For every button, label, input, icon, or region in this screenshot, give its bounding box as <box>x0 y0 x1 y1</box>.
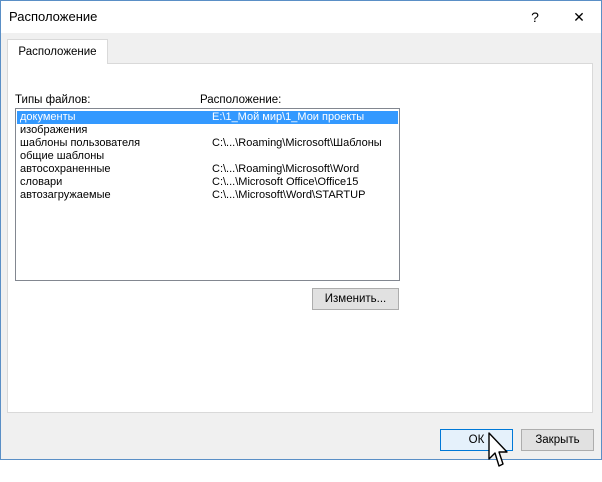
arrow-cursor-icon <box>488 432 508 467</box>
tab-label: Расположение <box>18 46 97 58</box>
close-button[interactable]: Закрыть <box>521 429 594 451</box>
path-cell: C:\...\Roaming\Microsoft\Word <box>212 163 360 175</box>
list-item[interactable]: словари C:\...\Microsoft Office\Office15 <box>17 176 398 189</box>
change-button[interactable]: Изменить... <box>312 288 399 310</box>
title-bar: Расположение ? ✕ <box>1 1 601 33</box>
list-item[interactable]: изображения <box>17 124 398 137</box>
file-type-cell: автосохраненные <box>20 163 111 175</box>
tab-location[interactable]: Расположение <box>7 39 108 64</box>
path-cell: C:\...\Microsoft Office\Office15 <box>212 176 359 188</box>
list-item[interactable]: автозагружаемые C:\...\Microsoft\Word\ST… <box>17 189 398 202</box>
file-types-header: Типы файлов: <box>15 94 91 106</box>
file-type-cell: изображения <box>20 124 88 136</box>
path-cell: E:\1_Мой мир\1_Мои проекты <box>212 111 365 123</box>
path-cell: C:\...\Roaming\Microsoft\Шаблоны <box>212 137 382 149</box>
file-type-cell: словари <box>20 176 63 188</box>
list-item[interactable]: общие шаблоны <box>17 150 398 163</box>
close-window-button[interactable]: ✕ <box>557 1 601 33</box>
window-title: Расположение <box>9 9 98 24</box>
list-item[interactable]: автосохраненные C:\...\Roaming\Microsoft… <box>17 163 398 176</box>
file-type-cell: шаблоны пользователя <box>20 137 141 149</box>
file-locations-list[interactable]: документы E:\1_Мой мир\1_Мои проекты изо… <box>15 108 400 281</box>
file-type-cell: общие шаблоны <box>20 150 105 162</box>
help-button[interactable]: ? <box>513 1 557 33</box>
file-type-cell: автозагружаемые <box>20 189 111 201</box>
file-type-cell: документы <box>20 111 76 123</box>
path-cell: C:\...\Microsoft\Word\STARTUP <box>212 189 366 201</box>
location-header: Расположение: <box>200 94 282 106</box>
list-item[interactable]: документы E:\1_Мой мир\1_Мои проекты <box>17 111 398 124</box>
list-item[interactable]: шаблоны пользователя C:\...\Roaming\Micr… <box>17 137 398 150</box>
